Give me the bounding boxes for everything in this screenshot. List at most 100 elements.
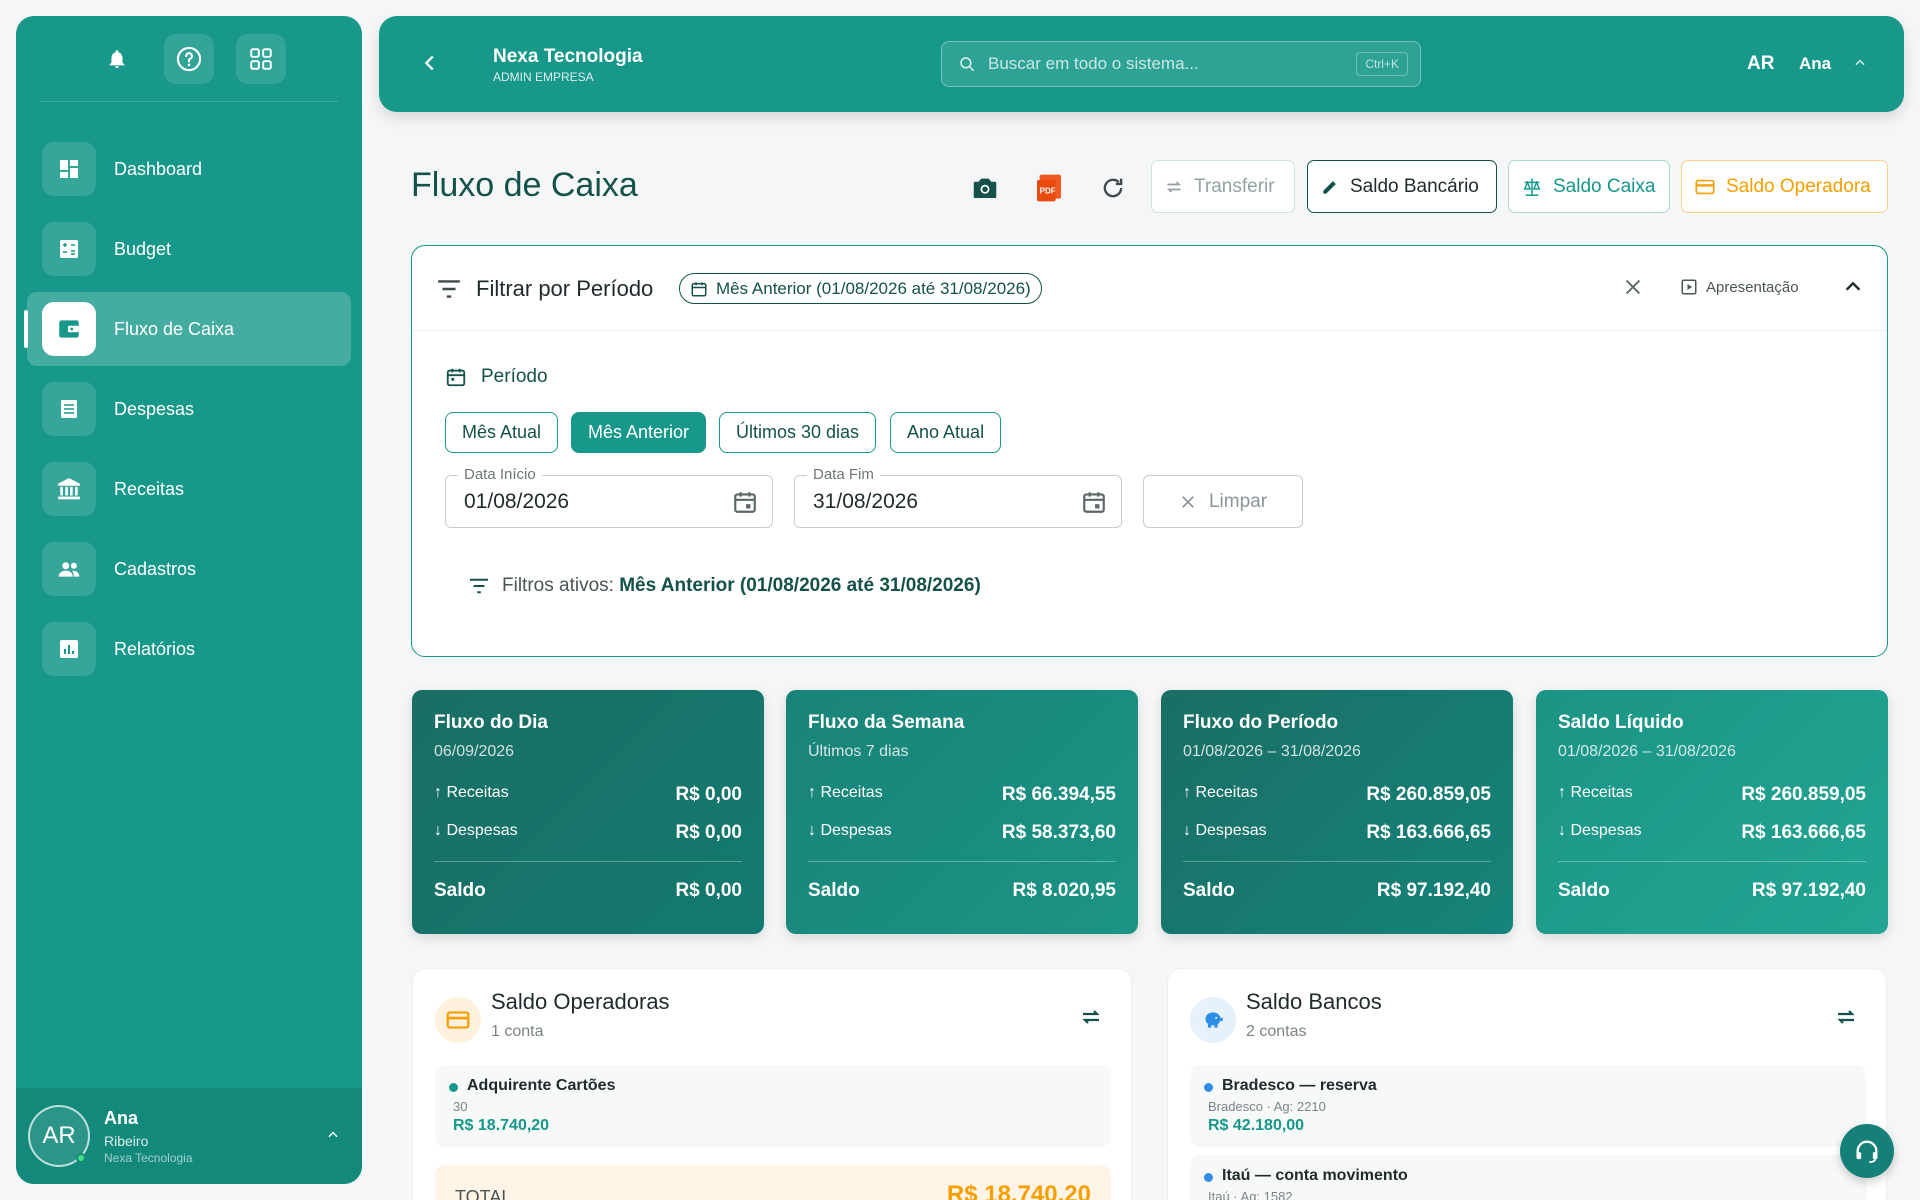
card-saldo-liquido: Saldo Líquido 01/08/2026 – 31/08/2026 ↑ … [1536,690,1888,934]
total-value: R$ 18.740,20 [946,1181,1091,1200]
sidebar-item-fluxo-de-caixa[interactable]: Fluxo de Caixa [24,292,351,366]
account-item[interactable]: Adquirente Cartões 30 R$ 18.740,20 [435,1065,1111,1147]
preset-ano-atual[interactable]: Ano Atual [890,412,1002,453]
receitas-value: R$ 260.859,05 [1741,784,1866,805]
sidebar-user[interactable]: AR Ana Ribeiro Nexa Tecnologia [16,1088,362,1184]
refresh-button[interactable] [1095,170,1131,206]
sidebar-item-relatorios[interactable]: Relatórios [27,612,351,686]
sidebar-item-cadastros[interactable]: Cadastros [27,532,351,606]
transferir-button[interactable]: Transferir [1151,160,1295,213]
wallet-icon [42,302,96,356]
card-divider [434,861,742,862]
swap-icon[interactable] [1834,1005,1858,1029]
user-menu[interactable]: Ana [1799,54,1831,74]
presentation-button[interactable]: Apresentação [1680,278,1799,296]
search-icon [960,57,975,72]
swap-icon[interactable] [1079,1005,1103,1029]
active-filters-label: Filtros ativos: [502,575,614,596]
calendar-icon[interactable] [1081,489,1107,515]
sidebar-item-dashboard[interactable]: Dashboard [27,132,351,206]
grid-icon [250,47,272,70]
card-subtitle: 01/08/2026 – 31/08/2026 [1558,743,1736,760]
close-icon[interactable] [1622,276,1644,298]
card-subtitle: 06/09/2026 [434,743,515,760]
card-title: Saldo Líquido [1558,712,1684,733]
user-company: Nexa Tecnologia [104,1150,193,1165]
sidebar-toolbar [40,16,338,102]
screenshot-button[interactable] [967,170,1003,206]
user-first-name: Ana [104,1107,139,1128]
start-date-field[interactable]: Data Início [445,466,773,528]
user-info: Ana Ribeiro Nexa Tecnologia [104,1108,193,1165]
total-row: TOTAL R$ 18.740,20 [435,1165,1111,1200]
filter-panel: Filtrar por Período Mês Anterior (01/08/… [411,245,1888,657]
start-date-input[interactable] [464,490,704,514]
calculator-icon [42,222,96,276]
close-icon [1182,495,1194,508]
filter-icon [470,578,488,594]
sidebar-item-label: Budget [114,238,172,259]
help-button[interactable] [164,33,214,84]
sidebar: Dashboard Budget Fluxo de Caixa Despesas… [16,16,362,1184]
headset-icon [1856,1140,1878,1164]
saldo-value: R$ 97.192,40 [1376,880,1491,901]
avatar-initials: AR [42,1122,76,1149]
chevron-left-icon[interactable] [419,52,441,74]
filter-header[interactable]: Filtrar por Período Mês Anterior (01/08/… [412,246,1887,331]
bell-icon [109,49,125,68]
company-role: ADMIN EMPRESA [493,70,594,84]
notifications-button[interactable] [92,34,142,84]
account-meta: Bradesco · Ag: 2210 [1208,1099,1326,1114]
filter-title: Filtrar por Período [476,276,654,301]
saldo-operadora-button[interactable]: Saldo Operadora [1681,160,1888,213]
receitas-label: ↑ Receitas [1183,784,1258,801]
calendar-icon[interactable] [732,489,758,515]
sidebar-item-receitas[interactable]: Receitas [27,452,351,526]
saldo-value: R$ 97.192,40 [1751,880,1866,901]
search-input[interactable] [988,54,1318,74]
sidebar-item-budget[interactable]: Budget [27,212,351,286]
receipt-icon [42,382,96,436]
preset-mes-atual[interactable]: Mês Atual [445,412,559,453]
chevron-up-icon[interactable] [1842,276,1864,298]
chevron-up-icon[interactable] [326,1128,340,1142]
preset-ultimos-30-dias[interactable]: Últimos 30 dias [719,412,877,453]
saldo-bancario-button[interactable]: Saldo Bancário [1307,160,1497,213]
global-search[interactable]: Ctrl+K [941,41,1421,87]
saldo-label: Saldo [1183,880,1235,901]
calendar-icon [446,368,466,387]
saldo-caixa-label: Saldo Caixa [1553,175,1656,197]
sidebar-item-despesas[interactable]: Despesas [27,372,351,446]
saldo-bancario-label: Saldo Bancário [1350,175,1479,197]
end-date-input[interactable] [813,490,1053,514]
despesas-label: ↓ Despesas [808,822,892,839]
period-chip: Mês Anterior (01/08/2026 até 31/08/2026) [679,273,1042,304]
status-dot [1204,1083,1213,1092]
active-filters: Filtros ativos: Mês Anterior (01/08/2026… [468,575,981,597]
saldo-label: Saldo [808,880,860,901]
filter-icon [438,280,460,298]
sidebar-item-label: Despesas [114,398,195,419]
preset-mes-anterior[interactable]: Mês Anterior [571,412,707,453]
sidebar-item-label: Cadastros [114,558,197,579]
despesas-label: ↓ Despesas [1558,822,1642,839]
active-filters-value: Mês Anterior (01/08/2026 até 31/08/2026) [619,575,981,596]
end-date-field[interactable]: Data Fim [794,466,1122,528]
search-shortcut: Ctrl+K [1356,52,1408,76]
edit-icon [1323,180,1336,194]
account-item[interactable]: Itaú — conta movimento Itaú · Ag: 1582 [1190,1155,1866,1200]
people-icon [42,542,96,596]
receitas-label: ↑ Receitas [808,784,883,801]
account-name: Bradesco — reserva [1222,1077,1377,1094]
support-button[interactable] [1840,1124,1894,1178]
export-pdf-button[interactable]: PDF [1031,170,1067,206]
saldo-caixa-button[interactable]: Saldo Caixa [1508,160,1670,213]
chevron-up-icon[interactable] [1853,56,1867,70]
sidebar-item-label: Dashboard [114,158,203,179]
receitas-value: R$ 260.859,05 [1366,784,1491,805]
user-initials[interactable]: AR [1747,53,1774,75]
account-item[interactable]: Bradesco — reserva Bradesco · Ag: 2210 R… [1190,1065,1866,1147]
clear-button[interactable]: Limpar [1143,475,1303,528]
apps-button[interactable] [236,33,286,84]
transfer-icon [1166,180,1182,193]
